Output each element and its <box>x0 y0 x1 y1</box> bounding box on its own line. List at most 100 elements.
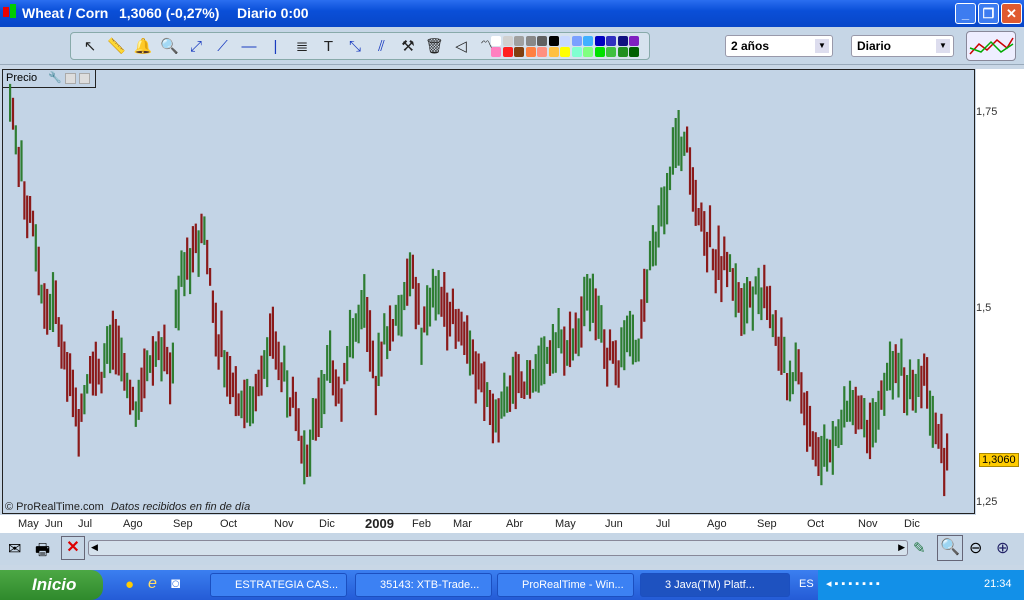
color-swatch[interactable] <box>491 47 501 57</box>
price-bar <box>31 210 35 237</box>
scroll-right-icon[interactable]: ▶ <box>898 542 905 553</box>
minimize-button[interactable]: _ <box>955 3 976 24</box>
price-bar <box>460 311 463 346</box>
price-bar <box>608 329 612 361</box>
x-tick: Ago <box>123 518 143 530</box>
price-bar <box>428 287 432 327</box>
price-bar <box>126 372 129 399</box>
segment-icon[interactable]: ⤢ <box>185 36 207 58</box>
zoom-in-icon[interactable]: ⊕ <box>996 538 1009 558</box>
scroll-left-icon[interactable]: ◀ <box>91 542 98 553</box>
color-swatch[interactable] <box>583 47 593 57</box>
price-bar <box>471 339 474 375</box>
data-status: Datos recibidos en fin de día <box>110 501 251 513</box>
price-bar <box>946 433 949 471</box>
color-swatch[interactable] <box>617 47 628 57</box>
triangle-icon[interactable]: ◁ <box>450 36 472 58</box>
price-bar <box>508 375 512 412</box>
price-bar <box>109 324 112 374</box>
tray-icons[interactable]: ◂▪▪▪▪▪▪▪ <box>826 577 883 590</box>
color-swatch[interactable] <box>491 36 501 46</box>
price-bar <box>280 362 283 393</box>
price-bar <box>211 290 214 323</box>
zoom-out-icon[interactable]: ⊖ <box>969 538 982 558</box>
color-swatch[interactable] <box>629 47 639 57</box>
close-button[interactable]: ✕ <box>1001 3 1022 24</box>
price-bar <box>868 402 872 460</box>
color-swatch[interactable] <box>571 47 582 57</box>
edit-icon[interactable]: ✎ <box>913 539 926 557</box>
price-bar <box>374 375 377 416</box>
price-bar <box>71 369 74 418</box>
horizontal-scrollbar[interactable]: ◀ ▶ <box>88 540 908 556</box>
price-bar <box>406 258 409 306</box>
price-bar <box>43 283 46 329</box>
interval-select[interactable]: Diario ▼ <box>851 35 954 57</box>
auto-scale-icon[interactable]: 🔍 <box>937 535 963 561</box>
alert-bell-icon[interactable]: 🔔 <box>132 36 154 58</box>
ruler-icon[interactable]: 📏 <box>106 36 128 58</box>
color-swatch[interactable] <box>560 47 570 57</box>
color-swatch[interactable] <box>548 47 559 57</box>
color-swatch[interactable] <box>502 36 513 46</box>
restore-button[interactable]: ❐ <box>978 3 999 24</box>
vertical-line-icon[interactable]: | <box>265 36 287 58</box>
range-select[interactable]: 2 años ▼ <box>725 35 833 57</box>
print-icon[interactable]: 🖶 <box>35 539 50 566</box>
mail-icon[interactable]: ✉ <box>8 539 21 559</box>
price-bar <box>123 353 126 391</box>
color-swatch[interactable] <box>525 47 536 57</box>
color-swatch[interactable] <box>560 36 570 46</box>
color-swatch[interactable] <box>606 47 616 57</box>
price-bar <box>728 254 732 272</box>
price-bar <box>337 376 340 404</box>
tools-icon[interactable]: ⚒ <box>397 36 419 58</box>
indicators-icon[interactable] <box>966 31 1016 61</box>
color-swatch[interactable] <box>525 36 536 46</box>
color-swatch[interactable] <box>594 36 605 46</box>
color-swatch[interactable] <box>537 47 547 57</box>
text-icon[interactable]: T <box>318 36 340 58</box>
price-chart[interactable]: Precio 🔧 © ProRealTime.com Datos recibid… <box>2 69 975 514</box>
color-swatch[interactable] <box>537 36 547 46</box>
price-bar <box>820 435 823 486</box>
color-swatch[interactable] <box>617 36 628 46</box>
task-java[interactable]: 3 Java(TM) Platf... <box>640 573 790 597</box>
start-button[interactable]: Inicio <box>0 570 103 600</box>
price-bar <box>243 379 246 429</box>
outlook-icon[interactable]: ◙ <box>171 575 180 592</box>
disconnect-icon[interactable]: ✕ <box>61 536 85 560</box>
language-indicator[interactable]: ES <box>799 578 814 590</box>
ie-icon[interactable]: e <box>148 575 157 593</box>
color-swatch[interactable] <box>514 47 524 57</box>
zoom-icon[interactable]: 🔍 <box>159 36 181 58</box>
channel-icon[interactable]: ⤡ <box>344 36 366 58</box>
price-bar <box>46 288 49 335</box>
task-xtb[interactable]: 35143: XTB-Trade... <box>355 573 492 597</box>
line-icon[interactable]: ⟋ <box>212 36 234 58</box>
horizontal-line-icon[interactable]: — <box>238 36 260 58</box>
color-swatch[interactable] <box>606 36 616 46</box>
color-swatch[interactable] <box>594 47 605 57</box>
color-swatch[interactable] <box>629 36 639 46</box>
price-bar <box>297 408 300 441</box>
price-bar <box>623 320 626 371</box>
color-swatch[interactable] <box>514 36 524 46</box>
parallel-icon[interactable]: ⫽ <box>371 36 393 58</box>
chrome-icon[interactable]: ● <box>125 576 134 593</box>
price-bar <box>317 377 320 437</box>
task-estrategia[interactable]: ESTRATEGIA CAS... <box>210 573 347 597</box>
color-swatch[interactable] <box>583 36 593 46</box>
price-bar <box>766 286 769 320</box>
color-swatch[interactable] <box>502 47 513 57</box>
color-swatch[interactable] <box>548 36 559 46</box>
price-bar <box>894 344 897 384</box>
price-bar <box>640 299 643 339</box>
indicator-icon[interactable]: ≣ <box>291 36 313 58</box>
price-bar <box>628 310 632 357</box>
color-swatch[interactable] <box>571 36 582 46</box>
price-bar <box>923 353 926 386</box>
pointer-icon[interactable]: ↖ <box>79 36 101 58</box>
trash-icon[interactable]: 🗑 <box>424 36 446 58</box>
task-prorealtime[interactable]: ProRealTime - Win... <box>497 573 634 597</box>
